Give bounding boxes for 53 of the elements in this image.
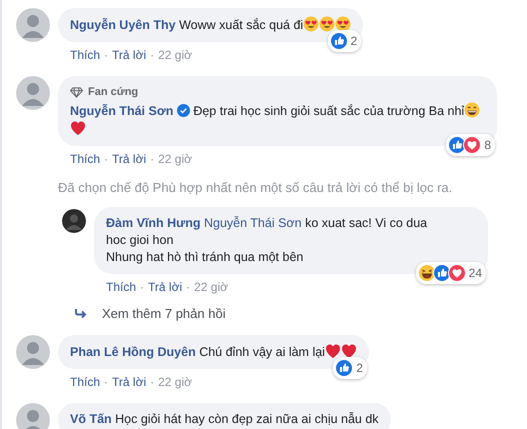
separator-dot: ·: [104, 48, 108, 62]
reaction-count[interactable]: 24: [416, 262, 486, 284]
timestamp: 22 giờ: [158, 152, 192, 166]
commenter-name[interactable]: Phan Lê Hồng Duyên: [70, 345, 196, 359]
action-link[interactable]: Trả lời: [148, 280, 182, 294]
comment-text: Nhung hat hò thì tránh qua một bên: [106, 249, 304, 266]
fan-label: Fan cứng: [88, 85, 138, 100]
reaction-count[interactable]: 2: [333, 357, 367, 379]
comment-text: ko xuat sac! Vi co dua: [305, 216, 428, 230]
comment-text: hoc gioi hon: [106, 232, 174, 249]
commenter-name[interactable]: Đàm Vĩnh Hưng: [106, 216, 200, 230]
diamond-icon: [70, 87, 83, 98]
separator-dot: ·: [150, 375, 154, 389]
comment-text: Đẹp trai học sinh giỏi suất sắc của trường Ba nhỉ: [193, 104, 464, 118]
action-link[interactable]: Trả lời: [112, 48, 146, 62]
action-link[interactable]: Thích: [70, 48, 100, 62]
commenter-name[interactable]: Nguyễn Uyên Thy: [70, 18, 176, 32]
comment-text: Học giỏi hát hay còn đẹp zai nữa ai chịu nẫu dk: [115, 412, 379, 426]
avatar-icon[interactable]: [62, 209, 86, 233]
heart-icon: [324, 343, 341, 359]
filter-notice: Đã chọn chế độ Phù hợp nhất nên một số câu trả lời có thể bị lọc ra.: [58, 180, 452, 195]
action-link[interactable]: Thích: [70, 152, 100, 166]
reaction-count[interactable]: 8: [446, 134, 495, 156]
like-reaction-icon: [330, 32, 348, 50]
commenter-name[interactable]: Nguyễn Thái Sơn: [70, 104, 174, 118]
heart-eyes-emoji-icon: [303, 16, 320, 32]
reaction-count[interactable]: 2: [328, 30, 362, 52]
timestamp: 22 giờ: [194, 280, 228, 294]
heart-icon: [340, 343, 357, 359]
separator-dot: ·: [186, 280, 190, 294]
mention-link[interactable]: Nguyễn Thái Sơn: [204, 216, 302, 230]
heart-icon: [70, 120, 86, 136]
separator-dot: ·: [150, 152, 154, 166]
love-reaction-icon: [463, 136, 482, 154]
heart-eyes-emoji-icon: [319, 16, 336, 32]
action-link[interactable]: Trả lời: [112, 152, 146, 166]
action-link[interactable]: Trả lời: [112, 375, 146, 389]
action-link[interactable]: Thích: [70, 375, 100, 389]
timestamp: 22 giờ: [158, 375, 192, 389]
action-link[interactable]: Thích: [106, 280, 136, 294]
comment-text: Chú đỉnh vậy ai làm lại: [199, 345, 325, 359]
separator-dot: ·: [140, 280, 144, 294]
separator-dot: ·: [104, 152, 108, 166]
separator-dot: ·: [150, 48, 154, 62]
more-replies-link[interactable]: Xem thêm 7 phản hồi: [102, 306, 226, 321]
love-reaction-icon: [448, 264, 466, 282]
like-reaction-icon: [335, 359, 354, 377]
timestamp: 22 giờ: [158, 48, 192, 62]
comment-text: Woww xuất sắc quá đi: [179, 18, 304, 32]
commenter-name[interactable]: Võ Tấn: [70, 412, 112, 426]
grinning-emoji-icon: [464, 102, 480, 118]
reply-arrow-icon: [74, 308, 88, 320]
separator-dot: ·: [104, 375, 108, 389]
